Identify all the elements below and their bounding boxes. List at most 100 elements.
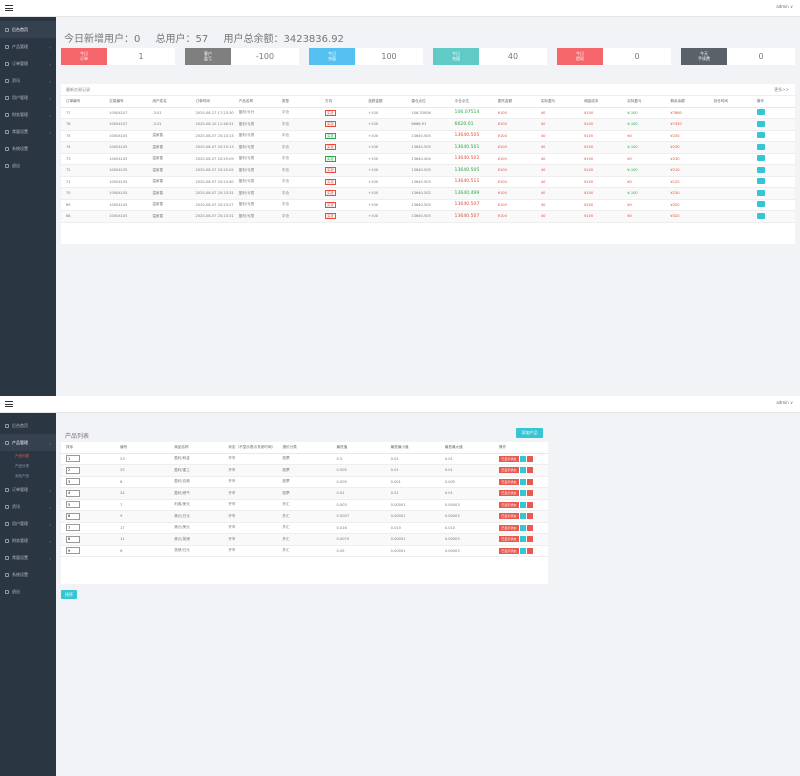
view-button[interactable] — [756, 155, 765, 162]
view-button[interactable] — [756, 189, 765, 196]
table-cell: 平仓 — [276, 118, 321, 131]
cell-value: 10004105 — [109, 179, 128, 184]
toggle-status-button[interactable]: 已显示状态 — [498, 513, 519, 520]
edit-icon[interactable] — [519, 524, 526, 531]
sidebar-item[interactable]: 系统设置 — [0, 566, 56, 583]
sort-order-input[interactable] — [66, 455, 80, 463]
table-cell: 13640.507 — [449, 210, 493, 223]
sort-order-input[interactable] — [66, 547, 80, 555]
edit-icon[interactable] — [519, 513, 526, 520]
sidebar-subitem[interactable]: 产品列表 — [0, 451, 56, 461]
sort-order-input[interactable] — [66, 524, 80, 532]
sidebar-item[interactable]: 产品管理 ‹ — [0, 434, 56, 451]
table-cell: 68 — [61, 210, 105, 223]
sort-order-input[interactable] — [66, 478, 80, 486]
sidebar-item[interactable]: 产品管理 ‹ — [0, 38, 56, 55]
edit-icon[interactable] — [519, 501, 526, 508]
delete-icon[interactable] — [526, 455, 533, 462]
delete-icon[interactable] — [526, 467, 533, 474]
view-button[interactable] — [756, 178, 765, 185]
cell-value: 温家善 — [152, 190, 164, 195]
table-cell: 40 — [535, 210, 580, 223]
view-button[interactable] — [756, 166, 765, 173]
view-button[interactable] — [756, 109, 765, 116]
sidebar-item[interactable]: 用户管理 ‹ — [0, 89, 56, 106]
menu-toggle-icon[interactable] — [5, 401, 13, 407]
sidebar-item[interactable]: 财务管理 ‹ — [0, 532, 56, 549]
delete-icon[interactable] — [526, 513, 533, 520]
table-row: 69 10004105 温家善 2020-08-07 20:23:27 盈利/亏损 平仓 买… — [61, 199, 795, 211]
cell-value: +100 — [368, 110, 379, 115]
sort-order-input[interactable] — [66, 501, 80, 509]
sort-button[interactable]: 排序 — [61, 590, 77, 599]
sort-order-input[interactable] — [66, 535, 80, 543]
sidebar-item[interactable]: 退出 — [0, 157, 56, 174]
sidebar-item[interactable]: 系统设置 — [0, 140, 56, 157]
sidebar-item[interactable]: 订单管理 ‹ — [0, 481, 56, 498]
cell-value: 0.00003 — [444, 514, 460, 519]
edit-icon[interactable] — [519, 490, 526, 497]
admin-menu[interactable]: admin ∨ — [776, 4, 793, 9]
sidebar-item[interactable]: 后台首页 — [0, 417, 56, 434]
toggle-status-button[interactable]: 已显示状态 — [498, 501, 519, 508]
toggle-status-button[interactable]: 已显示状态 — [498, 490, 519, 497]
admin-menu[interactable]: admin ∨ — [776, 400, 793, 405]
table-cell: 温家善 — [147, 130, 191, 142]
sort-order-input[interactable] — [66, 512, 80, 520]
toggle-status-button[interactable]: 已显示状态 — [498, 478, 519, 485]
chevron-down-icon: ‹ — [49, 130, 51, 135]
sidebar-item[interactable]: 常量设置 ‹ — [0, 123, 56, 140]
table-cell: 买涨 — [320, 118, 364, 131]
edit-icon[interactable] — [519, 478, 526, 485]
products-card: 排序 编号 商品名称 状态（不显示表示关闭时间） 报价分类 最低值 最低最小值 最低最大值 操作… — [61, 442, 548, 584]
sidebar-subitem[interactable]: 添加产品 — [0, 471, 56, 481]
delete-icon[interactable] — [526, 536, 533, 543]
toggle-status-button[interactable]: 已显示状态 — [498, 455, 519, 462]
cell-value: 盈利/亏损 — [238, 167, 255, 172]
delete-icon[interactable] — [526, 478, 533, 485]
menu-toggle-icon[interactable] — [5, 5, 13, 11]
delete-icon[interactable] — [526, 501, 533, 508]
sidebar-item[interactable]: 订单管理 ‹ — [0, 55, 56, 72]
menu-icon — [5, 555, 9, 560]
toggle-status-button[interactable]: 已显示状态 — [498, 536, 519, 543]
table-cell: ¥100 — [492, 176, 536, 188]
sort-order-input[interactable] — [66, 466, 80, 474]
toggle-status-button[interactable]: 已显示状态 — [498, 524, 519, 531]
delete-icon[interactable] — [526, 524, 533, 531]
edit-icon[interactable] — [519, 455, 526, 462]
sidebar-item[interactable]: 退出 — [0, 583, 56, 600]
delete-icon[interactable] — [526, 547, 533, 554]
more-link[interactable]: 更多>> — [774, 84, 789, 96]
table-cell: 40 — [535, 199, 580, 211]
sidebar-subitem[interactable]: 产品分类 — [0, 461, 56, 471]
view-button[interactable] — [756, 143, 765, 150]
table-cell: 温家善 — [147, 153, 191, 165]
cell-value: 美元/日元 — [174, 513, 190, 518]
sidebar-item[interactable]: 用户管理 ‹ — [0, 515, 56, 532]
sidebar-item[interactable]: 财务管理 ‹ — [0, 106, 56, 123]
sidebar-item[interactable]: 资讯 ‹ — [0, 72, 56, 89]
add-product-button[interactable]: 添加产品 — [516, 428, 543, 438]
cell-value: 13640.499 — [454, 190, 480, 196]
edit-icon[interactable] — [519, 547, 526, 554]
edit-icon[interactable] — [519, 467, 526, 474]
view-button[interactable] — [756, 212, 765, 219]
view-button[interactable] — [756, 201, 765, 208]
view-button[interactable] — [756, 120, 765, 127]
delete-icon[interactable] — [526, 490, 533, 497]
sort-order-input[interactable] — [66, 489, 80, 497]
table-row: 17 美元/美元 开市 外汇 0.016 0.010 0.010 已显示状态 — [61, 522, 548, 534]
sidebar-item[interactable]: 后台首页 — [0, 21, 56, 38]
cell-value: 40 — [540, 133, 546, 138]
stat-label: 今日 充值 — [309, 48, 355, 65]
toggle-status-button[interactable]: 已显示状态 — [498, 547, 519, 554]
edit-icon[interactable] — [519, 536, 526, 543]
cell-value: 8 — [120, 479, 123, 484]
cell-value: 10004105 — [109, 145, 128, 150]
menu-icon — [5, 440, 9, 445]
sidebar-item[interactable]: 常量设置 ‹ — [0, 549, 56, 566]
toggle-status-button[interactable]: 已显示状态 — [498, 467, 519, 474]
view-button[interactable] — [756, 132, 765, 139]
sidebar-item[interactable]: 资讯 ‹ — [0, 498, 56, 515]
